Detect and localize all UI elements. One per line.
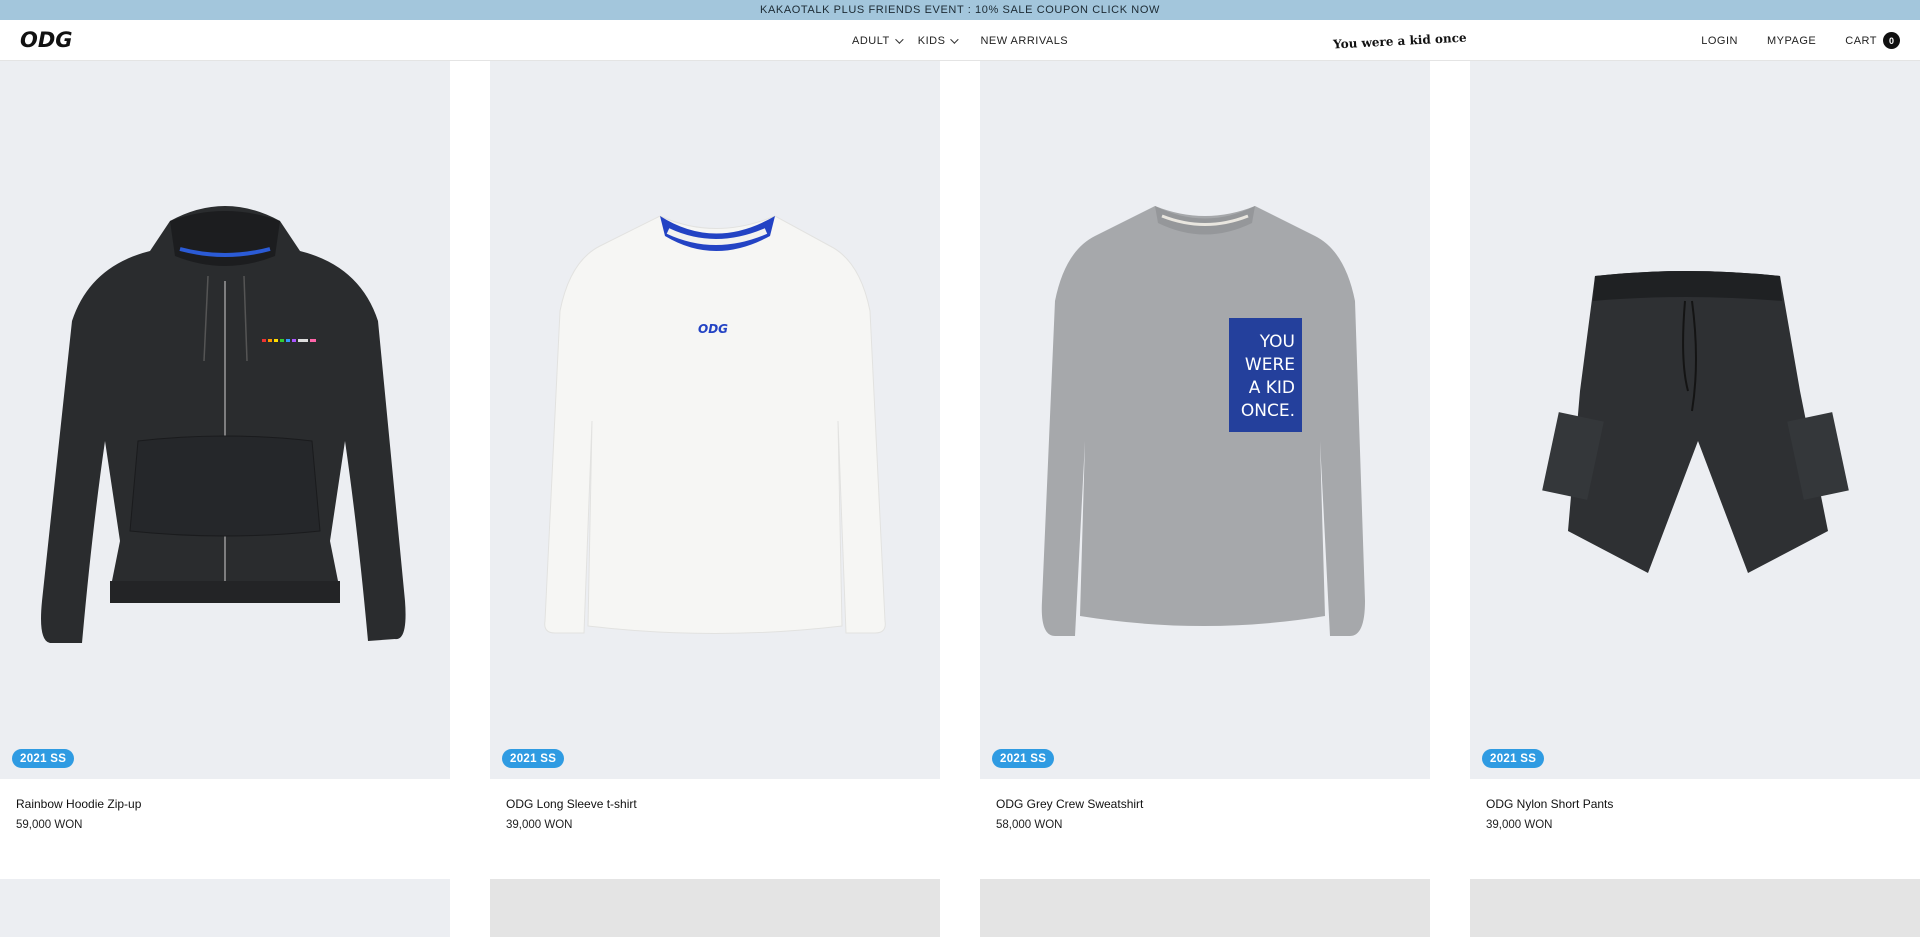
product-image-placeholder[interactable] [1470, 879, 1920, 937]
product-image-placeholder[interactable] [980, 879, 1430, 937]
cart-link[interactable]: CART 0 [1845, 32, 1900, 49]
mypage-link[interactable]: MYPAGE [1767, 35, 1816, 47]
utility-nav: LOGIN MYPAGE CART 0 [1672, 20, 1900, 61]
black-zip-hoodie-icon [41, 206, 406, 643]
cart-count-badge: 0 [1883, 32, 1900, 49]
cart-label[interactable]: CART [1845, 35, 1877, 47]
nav-new-arrivals-label[interactable]: NEW ARRIVALS [980, 35, 1068, 47]
svg-text:ODG: ODG [20, 28, 73, 52]
season-badge: 2021 SS [992, 749, 1055, 768]
announcement-text[interactable]: KAKAOTALK PLUS FRIENDS EVENT : 10% SALE … [760, 4, 1160, 16]
chevron-down-icon [950, 34, 960, 44]
product-name[interactable]: ODG Grey Crew Sweatshirt [996, 797, 1143, 811]
announcement-bar[interactable]: KAKAOTALK PLUS FRIENDS EVENT : 10% SALE … [0, 0, 1920, 20]
product-name[interactable]: Rainbow Hoodie Zip-up [16, 797, 141, 811]
product-price: 59,000 WON [16, 819, 83, 831]
nav-kids[interactable]: KIDS [918, 34, 960, 47]
site-header: ODG ADULT KIDS NEW ARRIVALS You were a k… [0, 20, 1920, 61]
product-price: 58,000 WON [996, 819, 1063, 831]
svg-text:You were a kid once: You were a kid once [1332, 31, 1468, 52]
product-image-placeholder[interactable] [490, 879, 940, 937]
nav-new-arrivals[interactable]: NEW ARRIVALS [980, 35, 1068, 47]
chevron-down-icon [894, 34, 904, 44]
product-image[interactable]: 2021 SS [0, 61, 450, 779]
grey-sweatshirt-icon: YOU WERE A KID ONCE. [1041, 206, 1365, 636]
nav-adult-label[interactable]: ADULT [852, 35, 890, 47]
svg-text:ONCE.: ONCE. [1241, 401, 1295, 421]
svg-text:ODG: ODG [698, 322, 728, 336]
nav-kids-label[interactable]: KIDS [918, 35, 946, 47]
product-image[interactable]: YOU WERE A KID ONCE. 2021 SS [980, 61, 1430, 779]
season-badge: 2021 SS [12, 749, 75, 768]
login-link[interactable]: LOGIN [1701, 35, 1738, 47]
product-name[interactable]: ODG Long Sleeve t-shirt [506, 797, 637, 811]
product-image-placeholder[interactable] [0, 879, 450, 937]
product-name[interactable]: ODG Nylon Short Pants [1486, 797, 1613, 811]
product-image[interactable]: 2021 SS [1470, 61, 1920, 779]
product-price: 39,000 WON [1486, 819, 1553, 831]
season-badge: 2021 SS [502, 749, 565, 768]
product-image[interactable]: ODG 2021 SS [490, 61, 940, 779]
main-nav: ADULT KIDS NEW ARRIVALS [852, 20, 1085, 61]
site-logo[interactable]: ODG [19, 27, 81, 53]
nav-adult[interactable]: ADULT [852, 34, 904, 47]
brand-tagline-logo: You were a kid once [1331, 28, 1471, 52]
svg-text:YOU: YOU [1259, 332, 1295, 352]
white-long-sleeve-tee-icon: ODG [544, 215, 886, 634]
season-badge: 2021 SS [1482, 749, 1545, 768]
black-nylon-shorts-icon [1542, 271, 1849, 573]
svg-text:A KID: A KID [1249, 378, 1295, 398]
product-price: 39,000 WON [506, 819, 573, 831]
svg-text:WERE: WERE [1245, 355, 1295, 375]
